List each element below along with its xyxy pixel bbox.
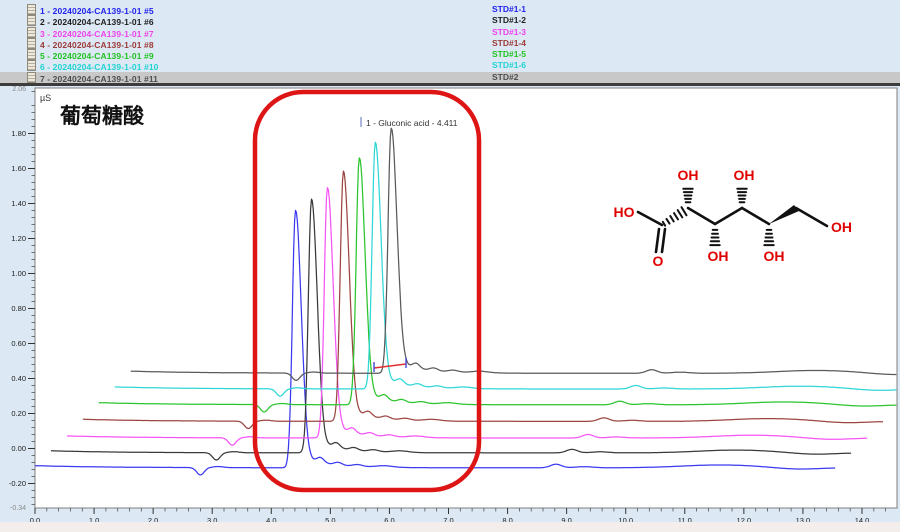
standard-name: STD#1-6 [492, 60, 526, 71]
oh-bot1-label: OH [708, 248, 729, 264]
oh-right-label: OH [831, 219, 852, 235]
chromatogram-icon [27, 38, 36, 49]
legend-row[interactable]: 6 - 20240204-CA139-1-01 #10STD#1-6 [0, 60, 900, 71]
standard-name: STD#1-5 [492, 49, 526, 60]
svg-text:0.20: 0.20 [11, 409, 26, 418]
svg-text:-0.34: -0.34 [10, 505, 26, 512]
o-label: O [653, 253, 664, 269]
chromatogram-icon [27, 4, 36, 15]
legend-row[interactable]: 3 - 20240204-CA139-1-01 #7STD#1-3 [0, 27, 900, 38]
standard-name: STD#1-4 [492, 38, 526, 49]
sequence-legend: 1 - 20240204-CA139-1-01 #5STD#1-12 - 202… [0, 0, 900, 88]
svg-text:0.40: 0.40 [11, 374, 26, 383]
svg-text:1.40: 1.40 [11, 199, 26, 208]
standard-name: STD#1-3 [492, 27, 526, 38]
oh-top2-label: OH [734, 167, 755, 183]
standard-name: STD#1-2 [492, 15, 526, 26]
ho-label: HO [614, 204, 635, 220]
svg-text:1.60: 1.60 [11, 164, 26, 173]
y-axis-unit-label: µS [40, 93, 51, 103]
legend-row[interactable]: 5 - 20240204-CA139-1-01 #9STD#1-5 [0, 49, 900, 60]
chromatogram-icon [27, 27, 36, 38]
svg-text:1.80: 1.80 [11, 129, 26, 138]
standard-name: STD#1-1 [492, 4, 526, 15]
svg-text:0.80: 0.80 [11, 304, 26, 313]
oh-top1-label: OH [678, 167, 699, 183]
compound-title: 葡萄糖酸 [60, 100, 144, 130]
svg-text:0.60: 0.60 [11, 339, 26, 348]
peak-annotation-label: 1 - Gluconic acid - 4.411 [366, 118, 458, 128]
sequence-legend-rows: 1 - 20240204-CA139-1-01 #5STD#1-12 - 202… [0, 4, 900, 86]
bottom-strip [0, 522, 900, 532]
oh-bot2-label: OH [764, 248, 785, 264]
svg-text:2.06: 2.06 [12, 86, 26, 93]
svg-text:0.00: 0.00 [11, 444, 26, 453]
chromatogram-icon [27, 60, 36, 71]
chromatography-window: 1 - 20240204-CA139-1-01 #5STD#1-12 - 202… [0, 0, 900, 532]
gluconic-acid-structure: HO O OH OH OH OH OH [598, 160, 890, 272]
legend-row[interactable]: 4 - 20240204-CA139-1-01 #8STD#1-4 [0, 38, 900, 49]
chromatogram-plot[interactable]: -0.20 0.00 0.20 0.40 0.60 0.80 1.00 1.20 1.40 1.6… [0, 80, 900, 532]
legend-row[interactable]: 1 - 20240204-CA139-1-01 #5STD#1-1 [0, 4, 900, 15]
wedge-bond [769, 205, 799, 224]
svg-text:1.00: 1.00 [11, 269, 26, 278]
svg-text:1.20: 1.20 [11, 234, 26, 243]
chromatogram-icon [27, 15, 36, 26]
chromatogram-icon [27, 49, 36, 60]
svg-text:-0.20: -0.20 [9, 479, 26, 488]
legend-row[interactable]: 2 - 20240204-CA139-1-01 #6STD#1-2 [0, 15, 900, 26]
